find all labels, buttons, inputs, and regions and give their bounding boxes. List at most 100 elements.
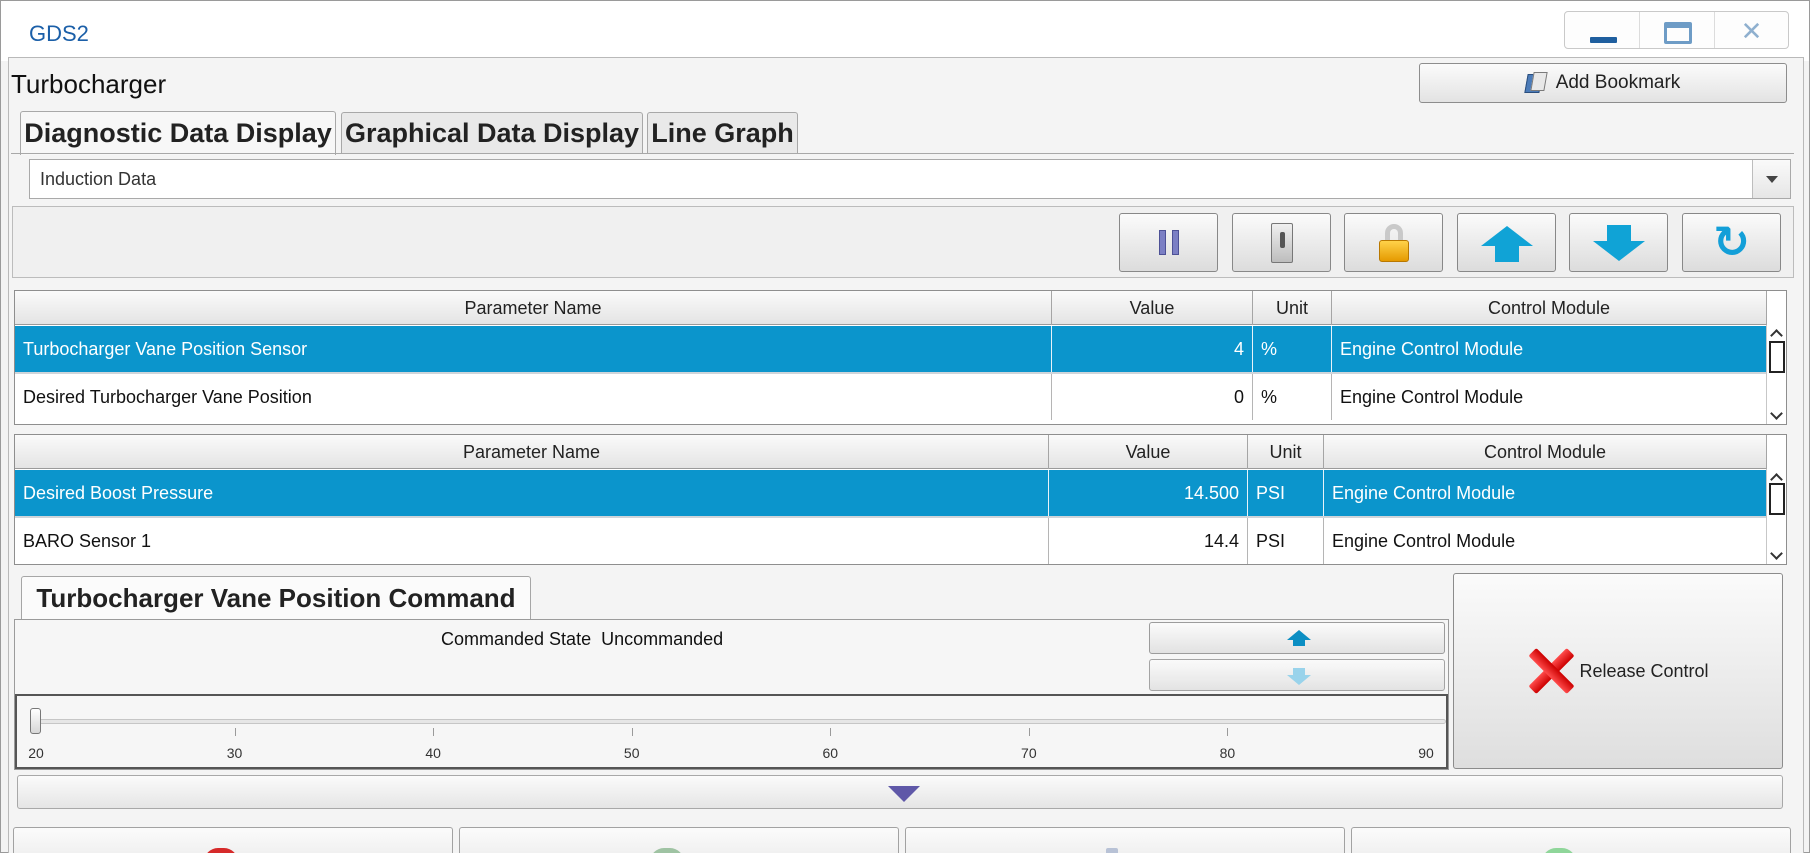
cell-parameter-name: Desired Turbocharger Vane Position [15, 374, 1052, 420]
app-window: GDS2 ✕ Turbocharger Add Bookmark Diagnos… [0, 0, 1810, 853]
column-header-control-module[interactable]: Control Module [1324, 435, 1767, 469]
red-tool-icon [204, 848, 238, 853]
move-down-button[interactable] [1569, 213, 1668, 272]
table-row[interactable]: BARO Sensor 1 14.4 PSI Engine Control Mo… [15, 516, 1767, 564]
cell-unit: % [1253, 326, 1332, 372]
cell-control-module: Engine Control Module [1324, 518, 1767, 564]
cell-value: 0 [1052, 374, 1253, 420]
page-title: Turbocharger [11, 69, 167, 99]
cell-value: 4 [1052, 326, 1253, 372]
column-header-control-module[interactable]: Control Module [1332, 291, 1767, 325]
scroll-down-icon[interactable] [1771, 549, 1783, 561]
column-header-unit[interactable]: Unit [1253, 291, 1332, 325]
tab-strip-divider [11, 153, 1794, 154]
column-header-value[interactable]: Value [1052, 291, 1253, 325]
slider-track[interactable] [39, 719, 1446, 724]
column-header-parameter-name[interactable]: Parameter Name [15, 291, 1052, 325]
decrement-button[interactable] [1149, 659, 1445, 691]
bottom-tile-2[interactable] [459, 827, 899, 853]
triangle-down-icon [888, 786, 920, 802]
cell-parameter-name: Desired Boost Pressure [15, 470, 1049, 516]
arrow-down-icon [1287, 675, 1311, 685]
refresh-button[interactable]: ↻ [1682, 213, 1781, 272]
pause-button[interactable] [1119, 213, 1218, 272]
cell-unit: PSI [1248, 518, 1324, 564]
cell-control-module: Engine Control Module [1332, 374, 1767, 420]
green-check-icon [1542, 848, 1576, 853]
slider-tick [1227, 728, 1229, 736]
refresh-icon: ↻ [1713, 217, 1750, 267]
command-slider: 20 30 40 50 60 70 80 90 [15, 694, 1448, 769]
tab-graphical-data-display[interactable]: Graphical Data Display [341, 112, 643, 154]
maximize-button[interactable] [1639, 12, 1713, 48]
commanded-state: Commanded State Uncommanded [441, 629, 723, 650]
add-bookmark-label: Add Bookmark [1555, 72, 1681, 93]
column-header-parameter-name[interactable]: Parameter Name [15, 435, 1049, 469]
scroll-up-icon[interactable] [1771, 327, 1783, 339]
parameter-table-2: Parameter Name Value Unit Control Module… [14, 434, 1787, 565]
slider-tick-label: 70 [1021, 745, 1037, 761]
vertical-scrollbar[interactable] [1766, 469, 1786, 564]
table-row[interactable]: Desired Boost Pressure 14.500 PSI Engine… [15, 470, 1767, 516]
bottom-tile-4[interactable] [1351, 827, 1791, 853]
minimize-icon [1590, 37, 1617, 43]
add-bookmark-button[interactable]: Add Bookmark [1419, 63, 1787, 103]
window-controls: ✕ [1564, 11, 1789, 49]
dropdown-selected-value: Induction Data [40, 169, 157, 189]
bottom-tile-3[interactable] [905, 827, 1345, 853]
slider-tick [1028, 728, 1030, 736]
column-header-value[interactable]: Value [1049, 435, 1248, 469]
lock-button[interactable] [1344, 213, 1443, 272]
release-control-button[interactable]: Release Control [1453, 573, 1783, 769]
cell-unit: PSI [1248, 470, 1324, 516]
move-up-button[interactable] [1457, 213, 1556, 272]
scroll-thumb[interactable] [1769, 483, 1785, 515]
parameter-table-1: Parameter Name Value Unit Control Module… [14, 290, 1787, 425]
slider-tick-label: 80 [1219, 745, 1236, 761]
cell-parameter-name: BARO Sensor 1 [15, 518, 1049, 564]
pause-icon [1158, 230, 1179, 255]
slider-tick [433, 728, 435, 736]
slider-tick [234, 728, 236, 736]
chevron-down-icon[interactable] [1752, 160, 1790, 198]
cell-value: 14.4 [1049, 518, 1248, 564]
slider-tick-label: 30 [226, 745, 243, 761]
table-header: Parameter Name Value Unit Control Module [15, 435, 1767, 469]
close-icon: ✕ [1740, 16, 1763, 46]
minimize-button[interactable] [1565, 12, 1639, 48]
table-row[interactable]: Desired Turbocharger Vane Position 0 % E… [15, 372, 1767, 420]
cell-unit: % [1253, 374, 1332, 420]
scroll-up-icon[interactable] [1771, 471, 1783, 483]
tab-line-graph[interactable]: Line Graph [647, 112, 798, 154]
title-bar: GDS2 ✕ [1, 1, 1809, 61]
increment-button[interactable] [1149, 622, 1445, 654]
close-button[interactable]: ✕ [1713, 12, 1788, 48]
green-tool-icon [650, 848, 684, 853]
slider-tick-label: 50 [623, 745, 640, 761]
slider-tick-label: 90 [1418, 745, 1434, 761]
slider-thumb[interactable] [30, 708, 41, 734]
maximize-icon [1664, 22, 1693, 44]
data-list-dropdown[interactable]: Induction Data [29, 159, 1791, 199]
table-row[interactable]: Turbocharger Vane Position Sensor 4 % En… [15, 326, 1767, 372]
red-x-icon [1527, 648, 1575, 694]
expand-panel-button[interactable] [17, 775, 1783, 809]
slider-tick-label: 20 [28, 745, 44, 761]
release-control-label: Release Control [1579, 660, 1709, 681]
toggle-switch-button[interactable] [1232, 213, 1331, 272]
arrow-down-icon [1592, 224, 1645, 261]
commanded-state-label: Commanded State [441, 629, 592, 649]
tab-diagnostic-data-display[interactable]: Diagnostic Data Display [20, 111, 336, 155]
column-header-unit[interactable]: Unit [1248, 435, 1324, 469]
scroll-down-icon[interactable] [1771, 409, 1783, 421]
scroll-thumb[interactable] [1769, 341, 1785, 373]
cell-control-module: Engine Control Module [1332, 326, 1767, 372]
tab-turbocharger-vane-position-command[interactable]: Turbocharger Vane Position Command [21, 576, 531, 620]
app-title: GDS2 [29, 21, 89, 46]
table-header: Parameter Name Value Unit Control Module [15, 291, 1767, 325]
bottom-tile-1[interactable] [13, 827, 453, 853]
toggle-switch-icon [1270, 222, 1293, 263]
commanded-state-value: Uncommanded [601, 629, 724, 649]
slider-tick [631, 728, 633, 736]
vertical-scrollbar[interactable] [1766, 325, 1786, 424]
